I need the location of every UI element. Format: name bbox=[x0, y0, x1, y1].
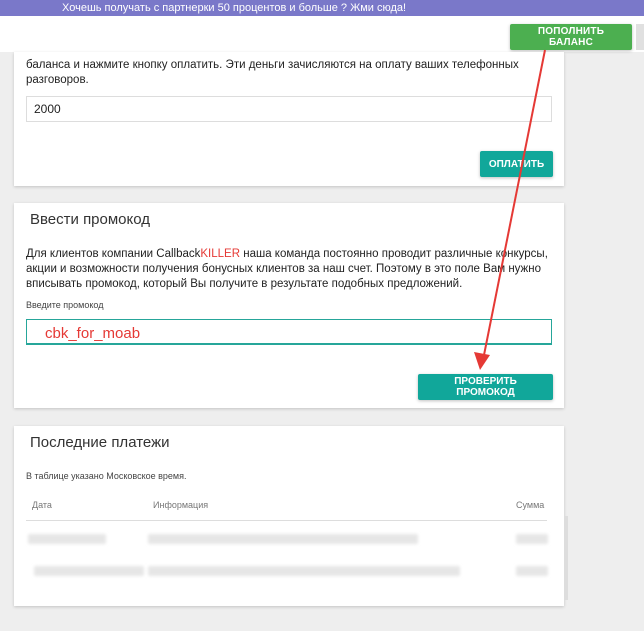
table-row bbox=[516, 566, 548, 576]
payment-card: баланса и нажмите кнопку оплатить. Эти д… bbox=[14, 52, 564, 186]
top-bar-edge-button[interactable] bbox=[636, 24, 644, 50]
table-row bbox=[28, 534, 106, 544]
amount-input[interactable]: 2000 bbox=[26, 96, 552, 122]
table-divider bbox=[26, 520, 547, 521]
topup-balance-button[interactable]: ПОПОЛНИТЬ БАЛАНС bbox=[510, 24, 632, 50]
column-amount: Сумма bbox=[516, 500, 545, 510]
promo-code-input[interactable]: cbk_for_moab bbox=[26, 319, 552, 345]
table-row bbox=[148, 566, 460, 576]
recent-payments-card: Последние платежи В таблице указано Моск… bbox=[14, 426, 564, 606]
promo-code-value[interactable]: cbk_for_moab bbox=[45, 325, 140, 342]
timezone-note: В таблице указано Московское время. bbox=[26, 471, 187, 481]
table-row bbox=[34, 566, 144, 576]
promo-code-card: Ввести промокод Для клиентов компании Ca… bbox=[14, 203, 564, 408]
promo-banner-text[interactable]: Хочешь получать с партнерки 50 процентов… bbox=[62, 0, 406, 16]
amount-value[interactable]: 2000 bbox=[34, 102, 61, 116]
check-promo-button[interactable]: ПРОВЕРИТЬ ПРОМОКОД bbox=[418, 374, 553, 400]
brand-killer: KILLER bbox=[200, 248, 241, 260]
column-date: Дата bbox=[32, 500, 52, 510]
promo-banner[interactable]: Хочешь получать с партнерки 50 процентов… bbox=[0, 0, 644, 16]
promo-card-title: Ввести промокод bbox=[30, 211, 151, 228]
table-scrollbar[interactable] bbox=[564, 516, 568, 600]
table-row bbox=[148, 534, 418, 544]
promo-text-before: Для клиентов компании Callback bbox=[26, 248, 201, 260]
pay-button[interactable]: ОПЛАТИТЬ bbox=[480, 151, 553, 177]
table-row bbox=[516, 534, 548, 544]
column-info: Информация bbox=[153, 500, 209, 510]
payments-card-title: Последние платежи bbox=[30, 434, 170, 451]
payment-description: баланса и нажмите кнопку оплатить. Эти д… bbox=[26, 59, 519, 86]
promo-field-label: Введите промокод bbox=[26, 300, 104, 310]
promo-description: Для клиентов компании CallbackKILLER наш… bbox=[26, 247, 554, 292]
